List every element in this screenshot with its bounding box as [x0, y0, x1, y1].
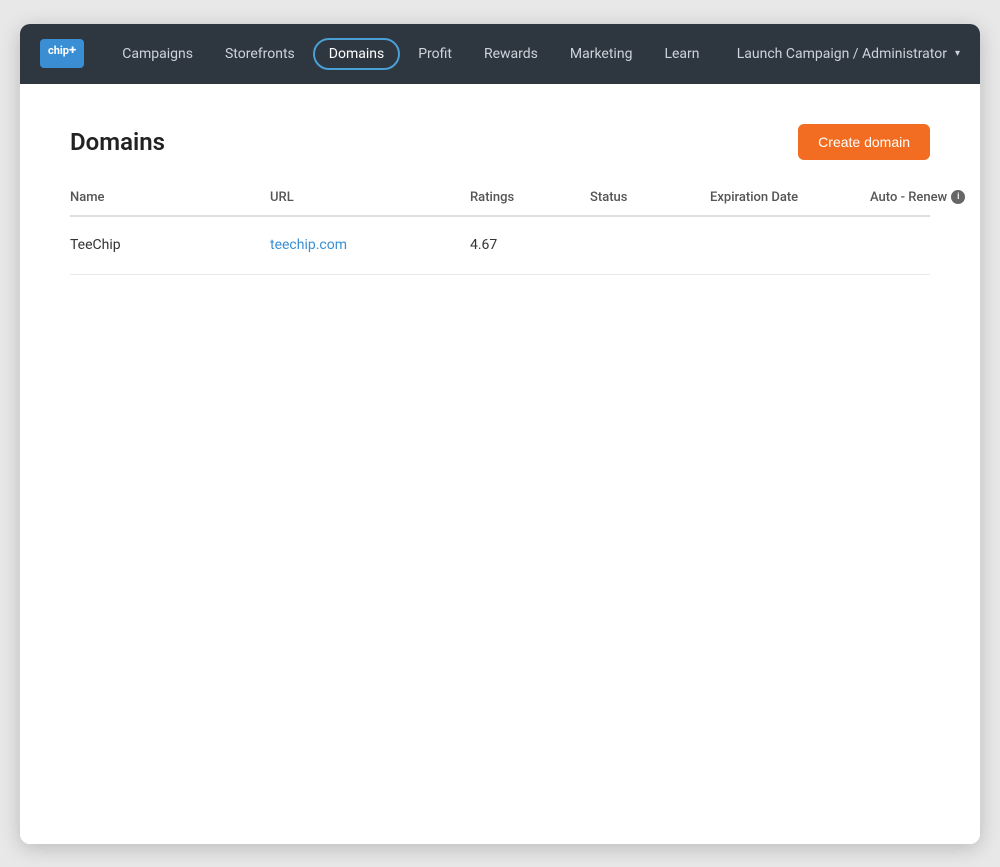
- col-ratings: Ratings: [470, 190, 590, 205]
- col-expiration: Expiration Date: [710, 190, 870, 205]
- nav-learn[interactable]: Learn: [650, 38, 713, 70]
- user-label: Launch Campaign / Administrator: [737, 46, 947, 62]
- user-dropdown-arrow: ▾: [955, 48, 960, 59]
- nav-profit[interactable]: Profit: [404, 38, 466, 70]
- cell-url[interactable]: teechip.com: [270, 237, 470, 253]
- col-url: URL: [270, 190, 470, 205]
- nav-campaigns[interactable]: Campaigns: [108, 38, 207, 70]
- page-title: Domains: [70, 128, 165, 156]
- nav-domains[interactable]: Domains: [313, 38, 400, 70]
- nav-rewards[interactable]: Rewards: [470, 38, 552, 70]
- nav-storefronts[interactable]: Storefronts: [211, 38, 309, 70]
- col-status: Status: [590, 190, 710, 205]
- cell-name: TeeChip: [70, 237, 270, 253]
- auto-renew-info-icon[interactable]: i: [951, 190, 965, 204]
- table-header: Name URL Ratings Status Expiration Date …: [70, 190, 930, 217]
- logo-superscript: +: [69, 43, 76, 58]
- app-window: chip+ Campaigns Storefronts Domains Prof…: [20, 24, 980, 844]
- table-row: TeeChip teechip.com 4.67 Details: [70, 217, 930, 275]
- navbar: chip+ Campaigns Storefronts Domains Prof…: [20, 24, 980, 84]
- logo[interactable]: chip+: [40, 39, 84, 68]
- user-menu[interactable]: Launch Campaign / Administrator ▾: [737, 46, 960, 62]
- nav-marketing[interactable]: Marketing: [556, 38, 647, 70]
- domains-table: Name URL Ratings Status Expiration Date …: [70, 190, 930, 275]
- main-content: Domains Create domain Name URL Ratings S…: [20, 84, 980, 844]
- nav-links: Campaigns Storefronts Domains Profit Rew…: [108, 38, 736, 70]
- create-domain-button[interactable]: Create domain: [798, 124, 930, 160]
- col-auto-renew: Auto - Renew i: [870, 190, 980, 205]
- cell-ratings: 4.67: [470, 237, 590, 253]
- page-header: Domains Create domain: [70, 124, 930, 160]
- logo-text: chip: [48, 44, 69, 57]
- col-name: Name: [70, 190, 270, 205]
